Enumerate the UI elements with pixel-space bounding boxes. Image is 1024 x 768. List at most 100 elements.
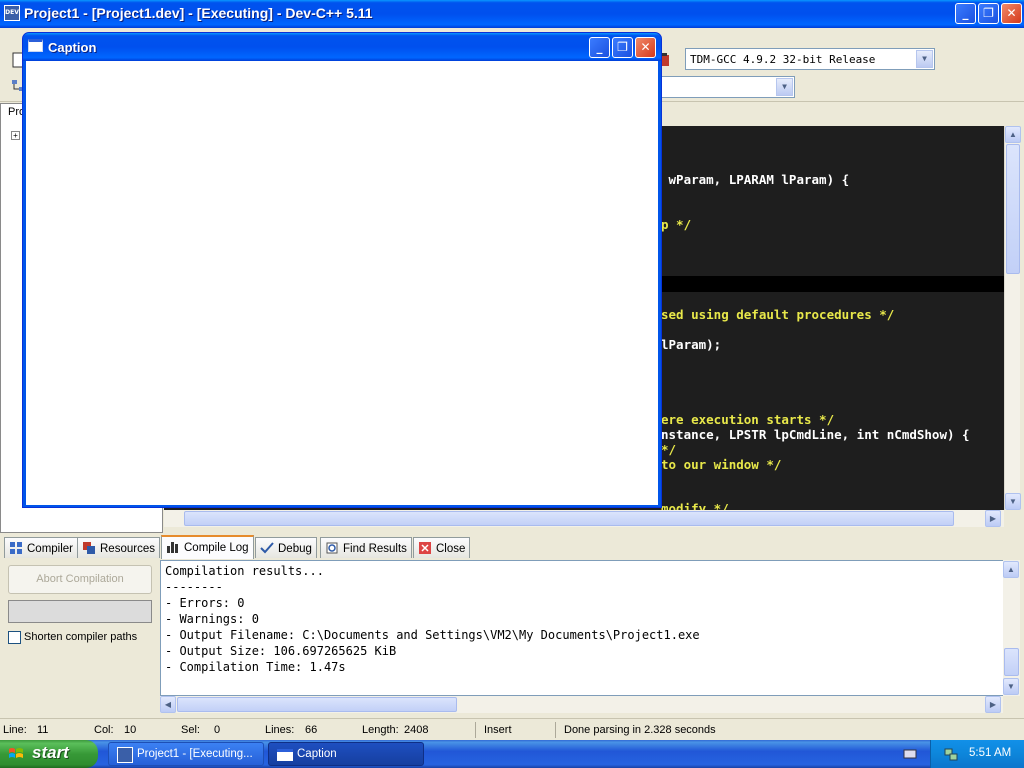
editor-vscroll-thumb[interactable]	[1006, 144, 1020, 274]
code-line: nstance, LPSTR lpCmdLine, int nCmdShow) …	[661, 427, 970, 442]
window-icon	[277, 749, 293, 761]
find-icon	[326, 542, 338, 554]
system-tray: 5:51 AM	[930, 740, 1024, 768]
scroll-down-icon[interactable]: ▼	[1005, 493, 1021, 510]
start-label: start	[32, 743, 69, 762]
status-line-label: Line:	[3, 724, 27, 736]
check-icon	[260, 542, 274, 554]
windows-flag-icon	[9, 748, 23, 758]
tab-label: Resources	[100, 543, 155, 555]
caption-client-area[interactable]	[26, 61, 658, 505]
log-vscroll-thumb[interactable]	[1004, 648, 1019, 676]
status-message: Done parsing in 2.328 seconds	[564, 724, 716, 736]
status-mode: Insert	[484, 724, 512, 736]
status-separator	[475, 722, 476, 738]
caption-maximize-button[interactable]: ❐	[612, 37, 633, 58]
chart-icon	[167, 542, 178, 553]
code-line: ere execution starts */	[661, 412, 835, 427]
status-length-value: 2408	[404, 724, 429, 736]
caption-window-title: Caption	[48, 40, 97, 55]
status-lines-value: 66	[305, 724, 318, 736]
scroll-up-icon[interactable]: ▲	[1005, 126, 1021, 143]
editor-hscroll-thumb[interactable]	[184, 511, 954, 526]
scroll-left-icon[interactable]: ◀	[160, 696, 176, 713]
keyboard-icon[interactable]	[903, 747, 917, 761]
taskbar-item-devcpp[interactable]: Project1 - [Executing...	[108, 742, 264, 766]
taskbar: start Project1 - [Executing... Caption 5…	[0, 740, 1024, 768]
caption-title-bar[interactable]: Caption _ ❐ ✕	[23, 33, 661, 61]
taskbar-item-label: Project1 - [Executing...	[137, 748, 253, 760]
tab-close[interactable]: Close	[413, 537, 471, 558]
status-line-value: 11	[37, 724, 49, 736]
tab-resources[interactable]: Resources	[77, 537, 160, 558]
window-icon[interactable]	[28, 39, 43, 52]
log-hscroll-thumb[interactable]	[177, 697, 457, 712]
code-line: */	[661, 442, 677, 457]
compiler-select-value: TDM-GCC 4.9.2 32-bit Release	[690, 53, 876, 66]
maximize-button[interactable]: ❐	[978, 3, 999, 24]
editor-horizontal-scrollbar[interactable]: ▶	[164, 510, 1004, 527]
minimize-button[interactable]: _	[955, 3, 976, 24]
function-select[interactable]: ▼	[660, 76, 795, 98]
log-vertical-scrollbar[interactable]: ▲ ▼	[1003, 560, 1020, 696]
shorten-paths-checkbox[interactable]	[8, 631, 21, 644]
devcpp-app-icon	[117, 747, 133, 763]
log-horizontal-scrollbar[interactable]: ◀ ▶	[160, 696, 1003, 713]
scroll-right-icon[interactable]: ▶	[985, 696, 1001, 713]
log-line: Compilation results...	[165, 564, 324, 578]
compiler-select[interactable]: TDM-GCC 4.9.2 32-bit Release ▼	[685, 48, 935, 70]
editor-vertical-scrollbar[interactable]: ▲ ▼	[1004, 126, 1021, 510]
log-line: - Compilation Time: 1.47s	[165, 660, 346, 674]
caption-minimize-button[interactable]: _	[589, 37, 610, 58]
status-bar: Line: 11 Col: 10 Sel: 0 Lines: 66 Length…	[0, 718, 1024, 740]
close-button[interactable]: ✕	[1001, 3, 1022, 24]
chevron-down-icon[interactable]: ▼	[916, 50, 933, 68]
resources-icon	[83, 542, 95, 554]
tab-compile-log[interactable]: Compile Log	[161, 535, 254, 559]
taskbar-item-caption[interactable]: Caption	[268, 742, 424, 766]
expand-icon[interactable]: +	[11, 131, 20, 140]
main-window-title: Project1 - [Project1.dev] - [Executing] …	[24, 5, 373, 21]
tab-debug[interactable]: Debug	[255, 537, 317, 558]
log-line: - Warnings: 0	[165, 612, 259, 626]
scroll-up-icon[interactable]: ▲	[1003, 561, 1019, 578]
status-lines-label: Lines:	[265, 724, 295, 736]
code-line: lParam);	[661, 337, 722, 352]
code-line: wParam, LPARAM lParam) {	[661, 172, 850, 187]
grid-icon	[10, 542, 22, 554]
caption-window[interactable]: Caption _ ❐ ✕	[22, 32, 662, 508]
status-col-value: 10	[124, 724, 137, 736]
code-line: sed using default procedures */	[661, 307, 895, 322]
code-line: p */	[661, 217, 692, 232]
caption-close-button[interactable]: ✕	[635, 37, 656, 58]
log-line: --------	[165, 580, 223, 594]
scroll-down-icon[interactable]: ▼	[1003, 678, 1019, 695]
log-line: - Errors: 0	[165, 596, 245, 610]
tab-label: Close	[436, 543, 466, 555]
status-sel-value: 0	[214, 724, 221, 736]
start-button[interactable]: start	[0, 740, 98, 768]
tab-compiler[interactable]: Compiler	[4, 537, 79, 558]
compile-progress-bar	[8, 600, 152, 623]
clock[interactable]: 5:51 AM	[969, 747, 1011, 759]
taskbar-item-label: Caption	[297, 748, 337, 760]
log-line: - Output Size: 106.697265625 KiB	[165, 644, 397, 658]
bottom-tab-bar: Compiler Resources Compile Log Debug Fin…	[0, 535, 1024, 559]
tab-find-results[interactable]: Find Results	[320, 537, 412, 558]
abort-compilation-button[interactable]: Abort Compilation	[8, 565, 152, 594]
log-line: - Output Filename: C:\Documents and Sett…	[165, 628, 700, 642]
status-sel-label: Sel:	[181, 724, 200, 736]
shorten-paths-label: Shorten compiler paths	[24, 631, 138, 643]
main-title-bar[interactable]: DEV Project1 - [Project1.dev] - [Executi…	[0, 0, 1024, 28]
tab-label: Compiler	[27, 543, 74, 555]
code-line: to our window */	[661, 457, 782, 472]
tab-label: Compile Log	[184, 542, 249, 554]
network-icon[interactable]	[943, 746, 959, 762]
chevron-down-icon[interactable]: ▼	[776, 78, 793, 96]
scroll-right-icon[interactable]: ▶	[985, 510, 1001, 527]
compile-log[interactable]: Compilation results... -------- - Errors…	[160, 560, 1004, 696]
tab-label: Find Results	[343, 543, 407, 555]
active-line-highlight	[661, 276, 1004, 292]
code-line: modify */	[661, 501, 729, 510]
devcpp-app-icon[interactable]: DEV	[4, 5, 20, 21]
